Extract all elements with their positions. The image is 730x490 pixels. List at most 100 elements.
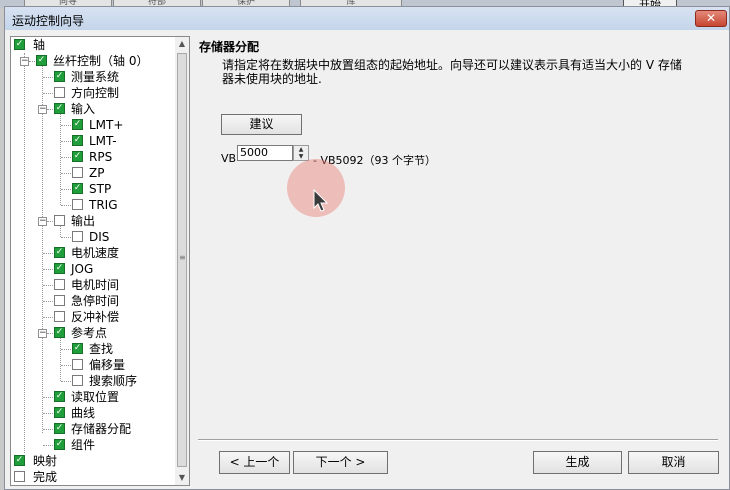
checkbox[interactable]: [14, 471, 25, 482]
tree-connector: [61, 173, 71, 174]
checkbox[interactable]: ✓: [72, 151, 83, 162]
checkbox[interactable]: [54, 279, 65, 290]
checkbox[interactable]: ✓: [54, 327, 65, 338]
tree-connector: [43, 317, 53, 318]
tree-item-label: 输入: [71, 102, 96, 116]
tree-connector: [47, 221, 53, 222]
scroll-down-icon[interactable]: ▼: [175, 471, 189, 485]
tree-connector: [43, 285, 53, 286]
check-icon: ✓: [73, 151, 82, 161]
tree-connector: [47, 109, 53, 110]
tree-scrollbar[interactable]: ▲ ≡ ▼: [175, 37, 189, 485]
tree-item-label: 组件: [71, 438, 96, 452]
window-title: 运动控制向导: [12, 14, 85, 28]
checkbox[interactable]: [72, 231, 83, 242]
spin-down-icon[interactable]: ▼: [294, 153, 308, 160]
next-button[interactable]: 下一个 >: [293, 451, 388, 474]
tree-connector: [61, 189, 71, 190]
checkbox[interactable]: ✓: [36, 55, 47, 66]
tree-item-label: ZP: [89, 166, 105, 180]
checkbox[interactable]: [72, 167, 83, 178]
navigation-tree: ✓ 轴 − ✓ 丝杆控制（轴 0） ✓ 测量系统 方向控制 − ✓ 输入 ✓ L…: [10, 36, 190, 486]
tree-item-label: 曲线: [71, 406, 96, 420]
check-icon: ✓: [55, 103, 64, 113]
check-icon: ✓: [15, 39, 24, 49]
checkbox[interactable]: ✓: [72, 183, 83, 194]
checkbox[interactable]: ✓: [72, 343, 83, 354]
checkbox[interactable]: [72, 375, 83, 386]
checkbox[interactable]: ✓: [14, 455, 25, 466]
minus-box-icon[interactable]: −: [38, 105, 47, 114]
tree-item-label: 搜索顺序: [89, 374, 138, 388]
tree-item-label: 存储器分配: [71, 422, 132, 436]
tree-connector: [43, 253, 53, 254]
tree-guide-line: [42, 61, 43, 433]
vb-address-spinner[interactable]: ▲ ▼: [293, 145, 309, 161]
tree-item-label: 完成: [33, 470, 58, 484]
checkbox[interactable]: [54, 295, 65, 306]
tree-connector: [61, 381, 71, 382]
close-icon: ✕: [705, 11, 717, 25]
previous-button[interactable]: < 上一个: [219, 451, 290, 474]
tree-connector: [61, 349, 71, 350]
checkbox[interactable]: ✓: [54, 247, 65, 258]
tree-connector: [61, 141, 71, 142]
check-icon: ✓: [73, 119, 82, 129]
cancel-button[interactable]: 取消: [628, 451, 719, 474]
checkbox[interactable]: [72, 359, 83, 370]
tree-item-label: 映射: [33, 454, 58, 468]
checkbox[interactable]: ✓: [54, 263, 65, 274]
tree-item-label: LMT+: [89, 118, 124, 132]
check-icon: ✓: [37, 55, 46, 65]
checkbox[interactable]: [54, 311, 65, 322]
title-bar: 运动控制向导 ✕: [5, 7, 729, 30]
tree-connector: [43, 429, 53, 430]
tree-item-label: JOG: [71, 262, 94, 276]
tree-item-label: 反冲补偿: [71, 310, 120, 324]
tree-connector: [61, 365, 71, 366]
checkbox[interactable]: ✓: [72, 135, 83, 146]
tree-item-label: 急停时间: [71, 294, 120, 308]
tree-item-label: 查找: [89, 342, 114, 356]
tree-connector: [43, 301, 53, 302]
close-button[interactable]: ✕: [695, 10, 727, 27]
checkbox[interactable]: ✓: [54, 423, 65, 434]
checkbox[interactable]: ✓: [14, 39, 25, 50]
tree-connector: [43, 93, 53, 94]
checkbox[interactable]: [72, 199, 83, 210]
tree-item-label: LMT-: [89, 134, 117, 148]
checkbox[interactable]: ✓: [54, 439, 65, 450]
checkbox[interactable]: ✓: [72, 119, 83, 130]
scroll-up-icon[interactable]: ▲: [175, 37, 189, 51]
checkbox[interactable]: ✓: [54, 407, 65, 418]
vb-label: VB: [221, 152, 237, 165]
checkbox[interactable]: ✓: [54, 103, 65, 114]
tree-connector: [43, 397, 53, 398]
spin-up-icon[interactable]: ▲: [294, 146, 308, 153]
suggest-button[interactable]: 建议: [221, 114, 302, 135]
tree-connector: [61, 237, 71, 238]
vb-address-input[interactable]: 5000: [237, 145, 293, 161]
checkbox[interactable]: [54, 87, 65, 98]
check-icon: ✓: [73, 183, 82, 193]
tree-item-label: RPS: [89, 150, 113, 164]
tree-connector: [61, 205, 71, 206]
minus-box-icon[interactable]: −: [38, 329, 47, 338]
checkbox[interactable]: [54, 215, 65, 226]
check-icon: ✓: [55, 327, 64, 337]
footer-separator: [198, 439, 718, 441]
tree-item-label: 读取位置: [71, 390, 120, 404]
checkbox[interactable]: ✓: [54, 391, 65, 402]
tree-item-label: 丝杆控制（轴 0）: [53, 54, 149, 68]
checkbox[interactable]: ✓: [54, 71, 65, 82]
check-icon: ✓: [55, 423, 64, 433]
wizard-window: 运动控制向导 ✕ ✓ 轴 − ✓ 丝杆控制（轴 0） ✓ 测量系统 方向控制 −…: [4, 6, 730, 490]
mouse-pointer-icon: [313, 189, 329, 212]
scrollbar-thumb[interactable]: ≡: [177, 53, 187, 467]
minus-box-icon[interactable]: −: [38, 217, 47, 226]
tree-item-label: DIS: [89, 230, 110, 244]
minus-box-icon[interactable]: −: [20, 57, 29, 66]
tree-connector: [43, 77, 53, 78]
generate-button[interactable]: 生成: [533, 451, 622, 474]
check-icon: ✓: [55, 407, 64, 417]
